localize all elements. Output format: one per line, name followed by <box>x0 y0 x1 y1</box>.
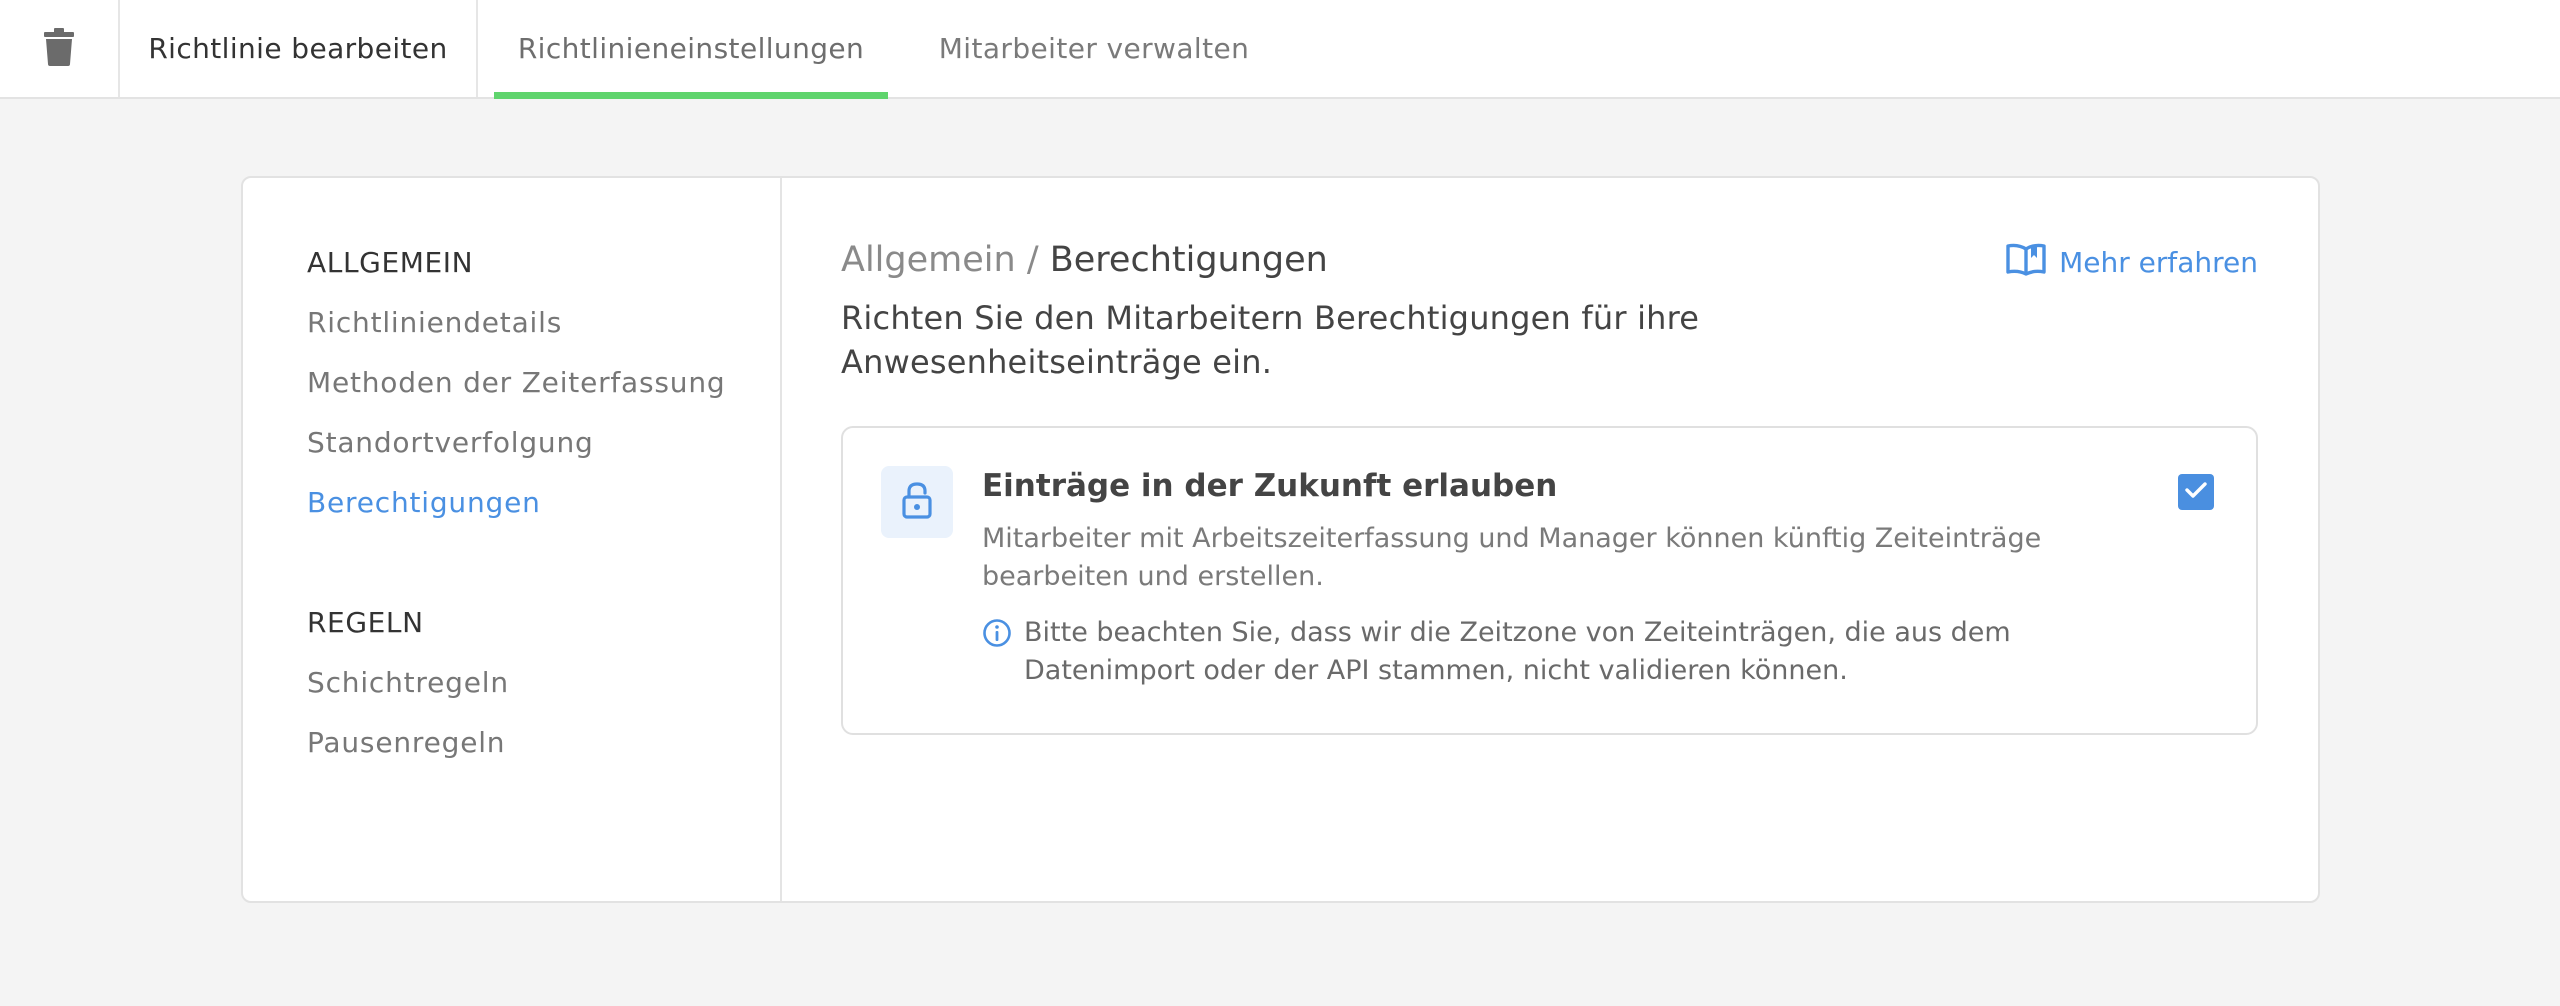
open-book-icon <box>2005 242 2047 283</box>
sidebar-item-policy-details[interactable]: Richtliniendetails <box>307 306 562 339</box>
page-description: Richten Sie den Mitarbeitern Berechtigun… <box>841 299 1700 381</box>
lock-tile <box>881 466 953 538</box>
trash-icon <box>43 27 75 70</box>
permission-title: Einträge in der Zukunft erlauben <box>982 468 1558 504</box>
permissions-panel: Allgemein / Berechtigungen Mehr erfahren… <box>784 178 2318 901</box>
breadcrumb-separator: / <box>1026 240 1039 280</box>
breadcrumb-parent[interactable]: Allgemein <box>841 240 1016 280</box>
allow-future-entries-checkbox[interactable] <box>2178 474 2214 510</box>
tab-edit-policy[interactable]: Richtlinie bearbeiten <box>120 0 478 97</box>
tab-policy-settings-label: Richtlinieneinstellungen <box>517 32 865 65</box>
breadcrumb: Allgemein / Berechtigungen <box>841 240 1328 280</box>
tab-manage-staff-label: Mitarbeiter verwalten <box>938 32 1250 65</box>
permission-note: Bitte beachten Sie, dass wir die Zeitzon… <box>982 614 2082 690</box>
permission-note-text: Bitte beachten Sie, dass wir die Zeitzon… <box>1024 617 2011 686</box>
settings-card: ALLGEMEIN Richtliniendetails Methoden de… <box>241 176 2320 903</box>
tab-edit-policy-label: Richtlinie bearbeiten <box>148 32 448 65</box>
learn-more-label: Mehr erfahren <box>2059 245 2258 279</box>
permission-description: Mitarbeiter mit Arbeitszeiterfassung und… <box>982 523 2042 592</box>
sidebar-heading-rules: REGELN <box>307 606 424 639</box>
unlock-icon <box>901 481 933 523</box>
tab-manage-staff[interactable]: Mitarbeiter verwalten <box>920 0 1268 97</box>
breadcrumb-current: Berechtigungen <box>1049 240 1328 280</box>
delete-policy-button[interactable] <box>0 0 120 97</box>
permission-future-entries: Einträge in der Zukunft erlauben Mitarbe… <box>841 426 2258 735</box>
info-icon <box>982 618 1012 690</box>
learn-more-link[interactable]: Mehr erfahren <box>2005 242 2258 282</box>
sidebar-heading-general: ALLGEMEIN <box>307 246 474 279</box>
settings-sidebar: ALLGEMEIN Richtliniendetails Methoden de… <box>243 178 782 901</box>
sidebar-item-break-rules[interactable]: Pausenregeln <box>307 726 505 759</box>
sidebar-item-location-tracking[interactable]: Standortverfolgung <box>307 426 594 459</box>
tab-policy-settings[interactable]: Richtlinieneinstellungen <box>494 0 888 99</box>
sidebar-item-time-tracking-methods[interactable]: Methoden der Zeiterfassung <box>307 366 725 399</box>
sidebar-item-shift-rules[interactable]: Schichtregeln <box>307 666 509 699</box>
top-bar: Richtlinie bearbeiten Richtlinieneinstel… <box>0 0 2560 99</box>
active-tab-indicator <box>494 92 888 99</box>
checkmark-icon <box>2185 481 2207 503</box>
sidebar-item-permissions[interactable]: Berechtigungen <box>307 486 541 519</box>
